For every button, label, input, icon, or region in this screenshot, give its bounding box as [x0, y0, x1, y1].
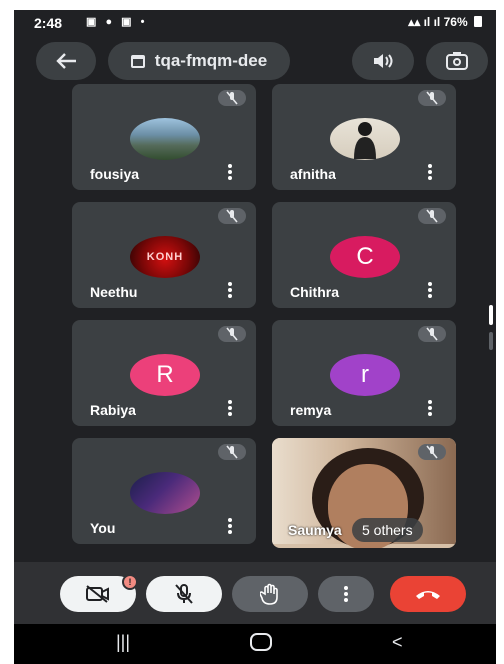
end-call-button[interactable]: [390, 576, 466, 612]
mic-off-icon: [175, 584, 193, 604]
end-call-icon: [416, 591, 440, 599]
speaker-button[interactable]: [352, 42, 414, 80]
mic-off-indicator: [218, 90, 246, 106]
scrollbar-thumb[interactable]: [489, 305, 493, 325]
status-bar: 2:48 ▣ ● ▣ • ▴▴ ıl ıl 76%: [14, 10, 496, 36]
more-options-button[interactable]: [428, 164, 432, 182]
mic-off-indicator: [418, 444, 446, 460]
participant-name: Saumya: [288, 522, 342, 538]
more-options-button[interactable]: [428, 400, 432, 418]
meeting-info-button[interactable]: tqa-fmqm-dee: [108, 42, 290, 80]
participant-avatar: [330, 118, 400, 160]
participant-tile-saumya[interactable]: Saumya 5 others: [272, 438, 456, 548]
top-bar: tqa-fmqm-dee: [14, 40, 496, 82]
more-options-button[interactable]: [228, 164, 232, 182]
scrollbar-track: [489, 332, 493, 350]
participant-name: afnitha: [290, 166, 336, 182]
meeting-code: tqa-fmqm-dee: [154, 51, 268, 70]
participant-tile-afnitha[interactable]: afnitha: [272, 84, 456, 190]
participant-tile-neethu[interactable]: KONH Neethu: [72, 202, 256, 308]
participant-tile-remya[interactable]: r remya: [272, 320, 456, 426]
calendar-icon: [130, 54, 145, 68]
participant-avatar: R: [130, 354, 200, 396]
mic-off-icon: [426, 209, 438, 223]
participant-name: Rabiya: [90, 402, 136, 418]
mic-toggle-button[interactable]: [146, 576, 222, 612]
mic-off-icon: [226, 327, 238, 341]
camera-flip-icon: [446, 52, 468, 70]
participant-tile-rabiya[interactable]: R Rabiya: [72, 320, 256, 426]
others-count-chip[interactable]: 5 others: [352, 518, 423, 542]
person-photo-icon: [354, 122, 376, 159]
mic-off-icon: [426, 327, 438, 341]
mic-off-indicator: [418, 208, 446, 224]
participant-name: Neethu: [90, 284, 138, 300]
meet-screen: 2:48 ▣ ● ▣ • ▴▴ ıl ıl 76% tqa-fmqm-dee f…: [14, 10, 496, 664]
notification-icons: ▣ ● ▣ •: [86, 16, 148, 28]
mic-off-icon: [426, 91, 438, 105]
speaker-icon: [374, 54, 393, 68]
back-button[interactable]: [36, 42, 96, 80]
battery-text: 76%: [443, 15, 468, 29]
mic-off-icon: [226, 445, 238, 459]
back-nav-icon[interactable]: <: [392, 632, 403, 653]
more-options-button[interactable]: [428, 282, 432, 300]
more-options-button[interactable]: [228, 400, 232, 418]
participant-avatar: r: [330, 354, 400, 396]
signal-icon: ▴▴ ıl ıl: [408, 15, 441, 29]
participant-tile-fousiya[interactable]: fousiya: [72, 84, 256, 190]
participant-name: Chithra: [290, 284, 339, 300]
raise-hand-button[interactable]: [232, 576, 308, 612]
participant-avatar: [130, 472, 200, 514]
switch-camera-button[interactable]: [426, 42, 488, 80]
camera-alert-badge: !: [122, 574, 138, 590]
participant-avatar: [130, 118, 200, 160]
mic-off-indicator: [418, 90, 446, 106]
system-nav-bar: ||| <: [14, 624, 496, 664]
mic-off-icon: [426, 445, 438, 459]
participant-tile-you[interactable]: You: [72, 438, 256, 544]
mic-off-icon: [226, 91, 238, 105]
status-time: 2:48: [34, 15, 63, 31]
more-options-button[interactable]: [318, 576, 374, 612]
participant-name: remya: [290, 402, 332, 418]
more-options-button[interactable]: [228, 282, 232, 300]
more-vert-icon: [344, 586, 348, 602]
participant-tile-chithra[interactable]: C Chithra: [272, 202, 456, 308]
participant-avatar: C: [330, 236, 400, 278]
participant-name: fousiya: [90, 166, 140, 182]
mic-off-icon: [226, 209, 238, 223]
mic-off-indicator: [218, 208, 246, 224]
mic-off-indicator: [418, 326, 446, 342]
more-options-button[interactable]: [228, 518, 232, 536]
participant-name: You: [90, 520, 116, 536]
hand-icon: [260, 583, 278, 605]
camera-off-icon: [86, 585, 109, 603]
home-icon[interactable]: [250, 633, 272, 651]
recent-apps-icon[interactable]: |||: [116, 632, 130, 653]
back-arrow-icon: [56, 53, 76, 69]
call-controls-bar: !: [14, 562, 496, 624]
mic-off-indicator: [218, 444, 246, 460]
mic-off-indicator: [218, 326, 246, 342]
battery-icon: [474, 16, 482, 27]
status-right: ▴▴ ıl ıl 76%: [408, 15, 482, 29]
participant-avatar: KONH: [130, 236, 200, 278]
